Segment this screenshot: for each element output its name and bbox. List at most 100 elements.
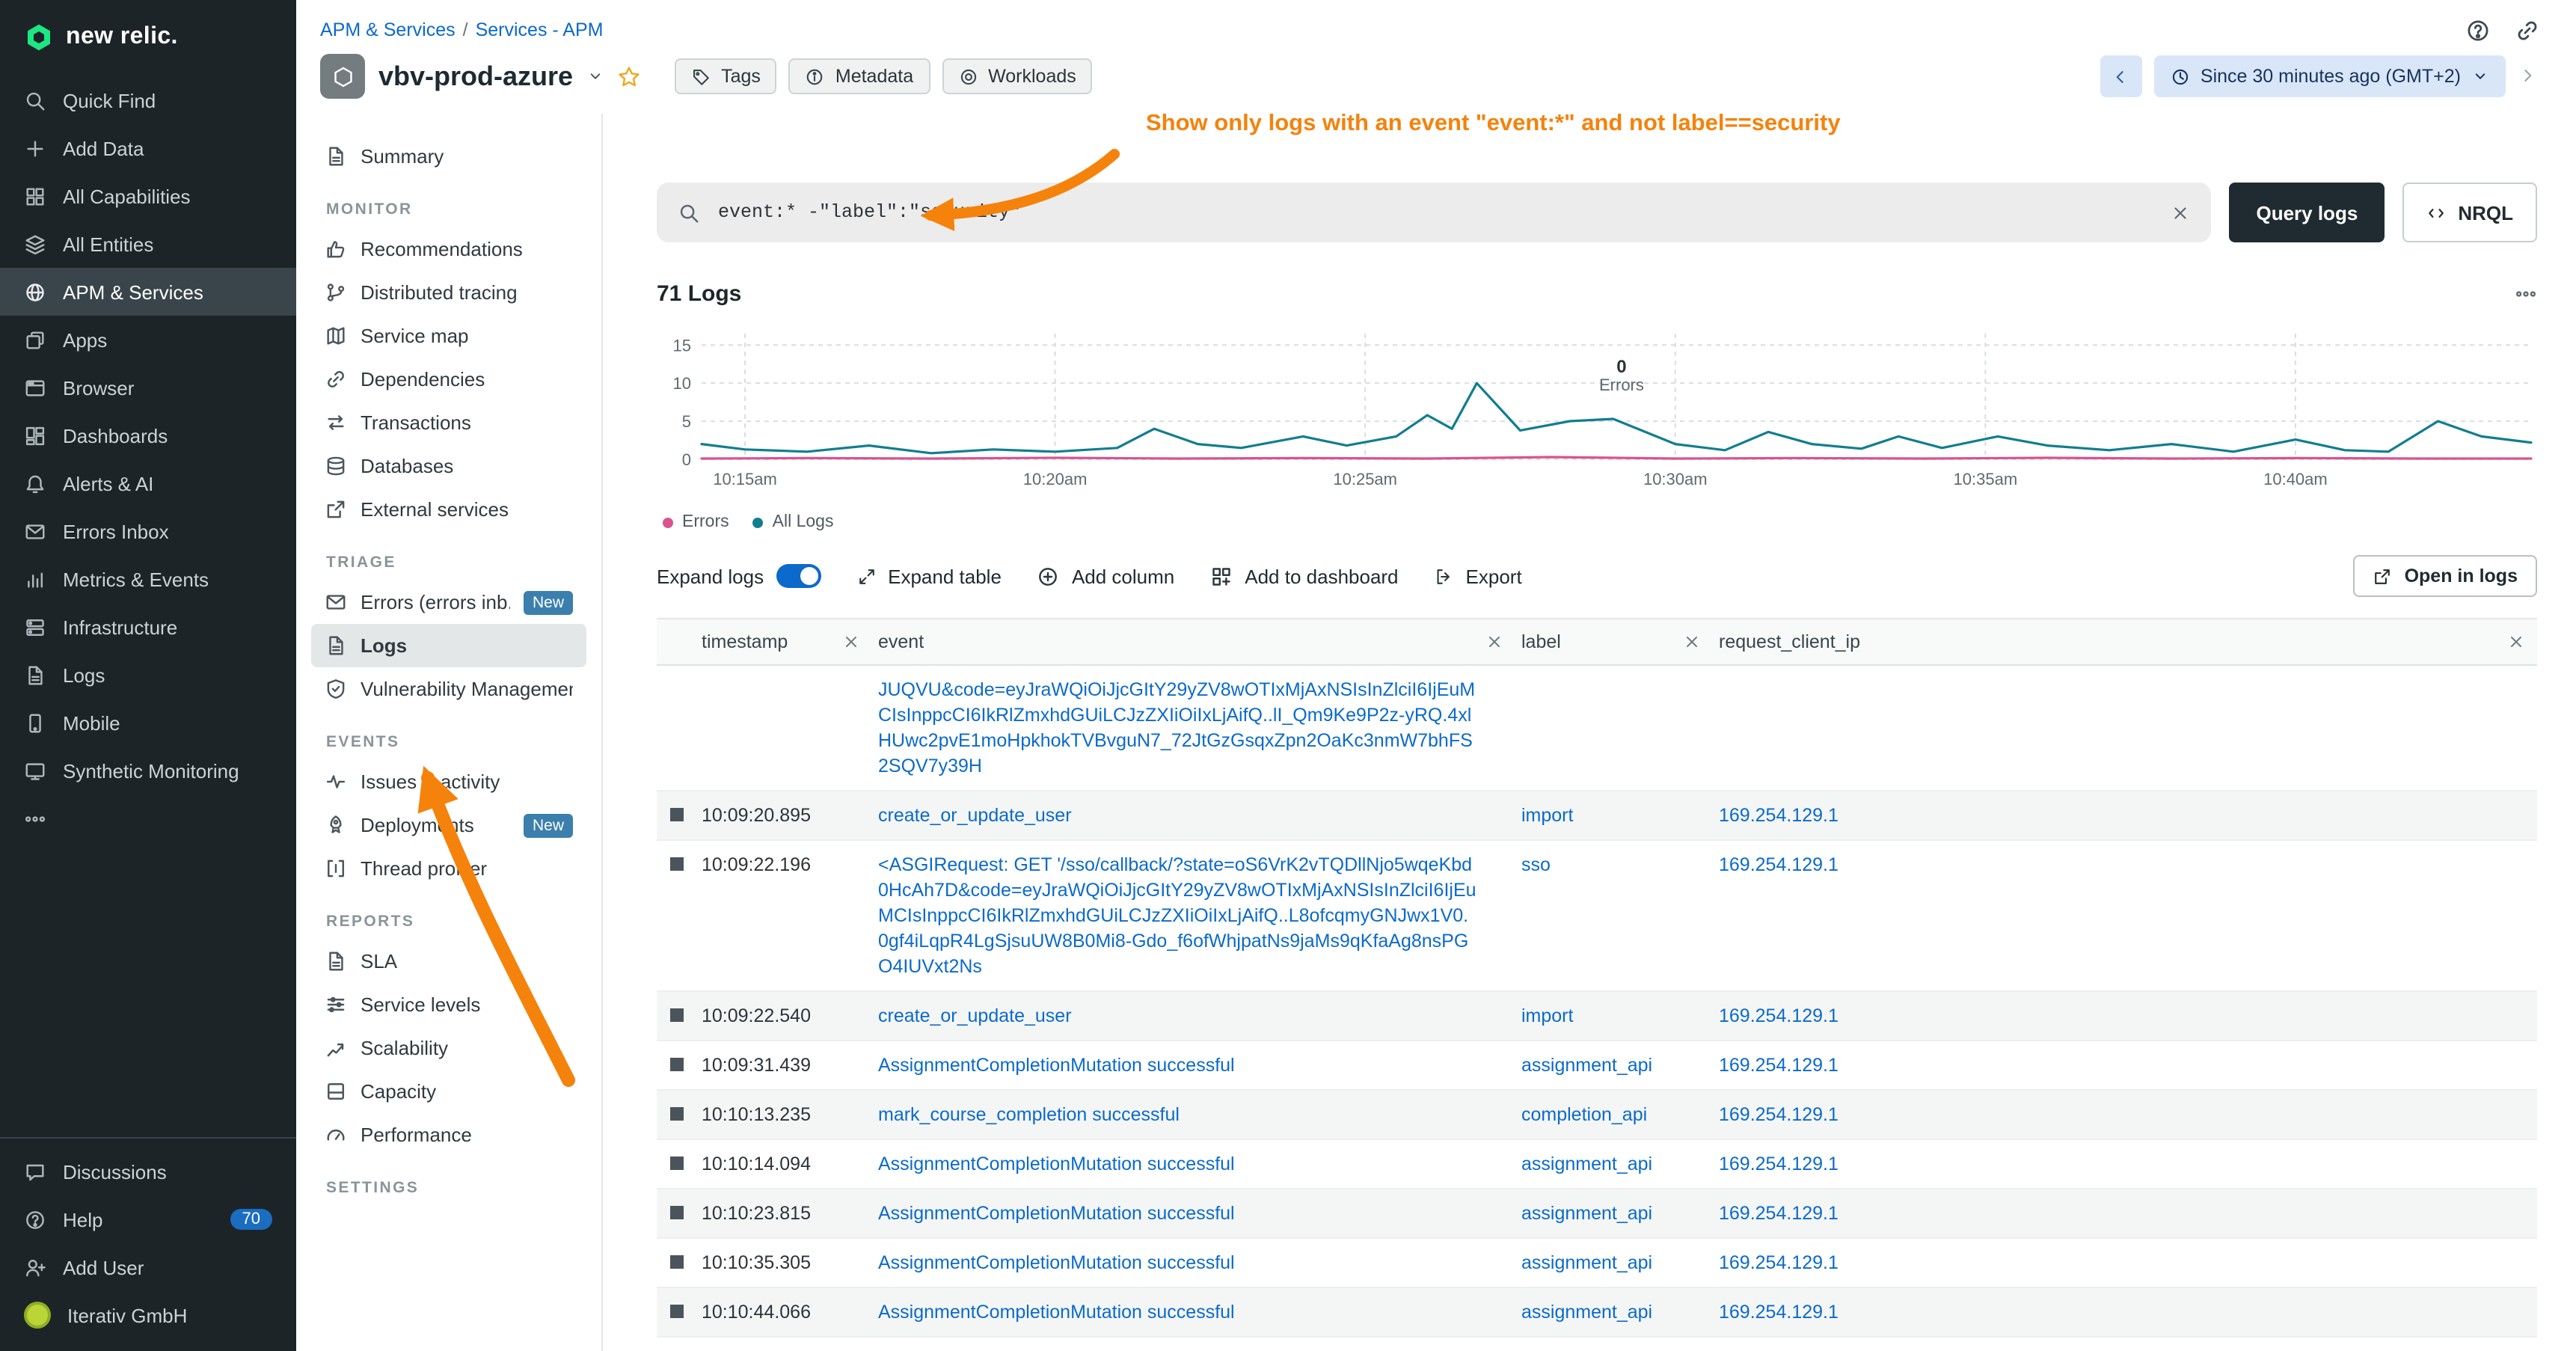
column-header-event[interactable]: event [872, 619, 1515, 664]
log-label-link[interactable]: completion_api [1521, 1103, 1647, 1124]
global-nav-infrastructure[interactable]: Infrastructure [0, 603, 296, 651]
log-event-link[interactable]: AssignmentCompletionMutation successful [878, 1252, 1235, 1272]
metadata-button[interactable]: Metadata [789, 58, 930, 94]
entity-nav-thread-profiler[interactable]: Thread profiler [311, 847, 586, 890]
add-to-dashboard-button[interactable]: Add to dashboard [1210, 565, 1398, 587]
more-menu-icon[interactable] [2515, 283, 2537, 305]
log-row[interactable]: 10:10:23.815AssignmentCompletionMutation… [657, 1189, 2537, 1239]
log-row[interactable]: 10:09:31.439AssignmentCompletionMutation… [657, 1041, 2537, 1091]
log-event-link[interactable]: AssignmentCompletionMutation successful [878, 1202, 1235, 1223]
log-row[interactable]: 10:10:13.235mark_course_completion succe… [657, 1091, 2537, 1140]
log-label-link[interactable]: assignment_api [1521, 1252, 1652, 1272]
entity-nav-issues-activity[interactable]: Issues & activity [311, 760, 586, 803]
log-ip-link[interactable]: 169.254.129.1 [1719, 1005, 1839, 1026]
entity-nav-vulnerability-management[interactable]: Vulnerability Management [311, 667, 586, 711]
entity-nav-errors-inbox[interactable]: Errors (errors inb...New [311, 580, 586, 624]
global-nav-browser[interactable]: Browser [0, 364, 296, 411]
global-nav-add-data[interactable]: Add Data [0, 124, 296, 172]
log-row[interactable]: 10:09:20.895create_or_update_userimport1… [657, 791, 2537, 841]
log-event-link[interactable]: AssignmentCompletionMutation successful [878, 1301, 1235, 1322]
log-event-link[interactable]: JUQVU&code=eyJraWQiOiJjcGItY29yZV8wOTIxM… [878, 678, 1475, 776]
entity-nav-recommendations[interactable]: Recommendations [311, 227, 586, 271]
global-nav-dashboards[interactable]: Dashboards [0, 411, 296, 459]
entity-nav-summary[interactable]: Summary [311, 135, 586, 178]
expand-logs-toggle[interactable]: Expand logs [657, 564, 821, 588]
query-input[interactable] [715, 200, 2156, 224]
entity-nav-performance[interactable]: Performance [311, 1113, 586, 1157]
global-nav-apm-services[interactable]: APM & Services [0, 268, 296, 316]
log-label-link[interactable]: assignment_api [1521, 1054, 1652, 1075]
log-event-link[interactable]: <ASGIRequest: GET '/sso/callback/?state=… [878, 854, 1476, 976]
tags-button[interactable]: Tags [675, 58, 777, 94]
global-nav-apps[interactable]: Apps [0, 316, 296, 364]
log-label-link[interactable]: assignment_api [1521, 1301, 1652, 1322]
remove-column-icon[interactable] [842, 633, 860, 651]
global-nav-more[interactable] [0, 794, 296, 842]
breadcrumb-services-apm[interactable]: Services - APM [476, 19, 604, 40]
global-nav-add-user[interactable]: Add User [0, 1243, 296, 1291]
nrql-button[interactable]: NRQL [2402, 183, 2537, 242]
log-event-link[interactable]: create_or_update_user [878, 804, 1072, 825]
workloads-button[interactable]: Workloads [942, 58, 1093, 94]
log-row[interactable]: 10:10:49.051mark_course_completion succe… [657, 1338, 2537, 1351]
remove-column-icon[interactable] [1485, 633, 1503, 651]
time-forward-button[interactable] [2518, 63, 2537, 90]
global-nav-quick-find[interactable]: Quick Find [0, 76, 296, 124]
global-nav-help[interactable]: Help70 [0, 1195, 296, 1243]
global-nav-account[interactable]: Iterativ GmbH [0, 1291, 296, 1339]
log-ip-link[interactable]: 169.254.129.1 [1719, 854, 1839, 874]
log-row[interactable]: 10:09:22.540create_or_update_userimport1… [657, 992, 2537, 1041]
log-label-link[interactable]: assignment_api [1521, 1153, 1652, 1174]
log-label-link[interactable]: assignment_api [1521, 1202, 1652, 1223]
log-label-link[interactable]: sso [1521, 854, 1551, 874]
log-label-link[interactable]: import [1521, 1005, 1573, 1026]
log-event-link[interactable]: create_or_update_user [878, 1005, 1072, 1026]
entity-nav-service-levels[interactable]: Service levels [311, 983, 586, 1026]
legend-errors[interactable]: Errors [663, 513, 729, 531]
legend-all-logs[interactable]: All Logs [753, 513, 834, 531]
favorite-star-icon[interactable] [618, 65, 640, 88]
log-ip-link[interactable]: 169.254.129.1 [1719, 1054, 1839, 1075]
global-nav-logs[interactable]: Logs [0, 651, 296, 699]
global-nav-alerts-ai[interactable]: Alerts & AI [0, 459, 296, 507]
entity-nav-logs[interactable]: Logs [311, 624, 586, 667]
log-ip-link[interactable]: 169.254.129.1 [1719, 804, 1839, 825]
time-back-button[interactable] [2100, 55, 2142, 97]
global-nav-errors-inbox[interactable]: Errors Inbox [0, 507, 296, 555]
log-ip-link[interactable]: 169.254.129.1 [1719, 1252, 1839, 1272]
expand-table-button[interactable]: Expand table [856, 565, 1002, 587]
log-row[interactable]: 10:09:22.196<ASGIRequest: GET '/sso/call… [657, 841, 2537, 992]
new-relic-logo[interactable]: new relic. [0, 0, 296, 76]
global-nav-metrics-events[interactable]: Metrics & Events [0, 555, 296, 603]
remove-column-icon[interactable] [1683, 633, 1701, 651]
breadcrumb-apm-services[interactable]: APM & Services [320, 19, 456, 40]
open-in-logs-button[interactable]: Open in logs [2354, 555, 2537, 597]
log-ip-link[interactable]: 169.254.129.1 [1719, 1301, 1839, 1322]
global-nav-synthetic-monitoring[interactable]: Synthetic Monitoring [0, 747, 296, 794]
log-ip-link[interactable]: 169.254.129.1 [1719, 1153, 1839, 1174]
permalink-icon[interactable] [2515, 18, 2540, 43]
global-nav-mobile[interactable]: Mobile [0, 699, 296, 747]
log-row[interactable]: 10:10:44.066AssignmentCompletionMutation… [657, 1288, 2537, 1338]
query-logs-button[interactable]: Query logs [2229, 183, 2385, 242]
log-ip-link[interactable]: 169.254.129.1 [1719, 1103, 1839, 1124]
global-nav-all-entities[interactable]: All Entities [0, 220, 296, 268]
log-event-link[interactable]: AssignmentCompletionMutation successful [878, 1153, 1235, 1174]
entity-nav-sla[interactable]: SLA [311, 940, 586, 983]
log-row[interactable]: JUQVU&code=eyJraWQiOiJjcGItY29yZV8wOTIxM… [657, 666, 2537, 791]
toggle-switch[interactable] [776, 564, 821, 588]
entity-nav-scalability[interactable]: Scalability [311, 1026, 586, 1070]
export-button[interactable]: Export [1435, 565, 1522, 587]
entity-nav-capacity[interactable]: Capacity [311, 1070, 586, 1113]
help-circle-icon[interactable] [2465, 18, 2491, 43]
column-header-label[interactable]: label [1515, 619, 1713, 664]
entity-nav-service-map[interactable]: Service map [311, 314, 586, 358]
log-row[interactable]: 10:10:35.305AssignmentCompletionMutation… [657, 1239, 2537, 1288]
global-nav-all-capabilities[interactable]: All Capabilities [0, 172, 296, 220]
column-header-request-client-ip[interactable]: request_client_ip [1713, 619, 2537, 664]
entity-nav-external-services[interactable]: External services [311, 488, 586, 531]
time-picker[interactable]: Since 30 minutes ago (GMT+2) [2154, 55, 2506, 97]
global-nav-discussions[interactable]: Discussions [0, 1148, 296, 1195]
entity-nav-transactions[interactable]: Transactions [311, 401, 586, 444]
log-event-link[interactable]: AssignmentCompletionMutation successful [878, 1054, 1235, 1075]
